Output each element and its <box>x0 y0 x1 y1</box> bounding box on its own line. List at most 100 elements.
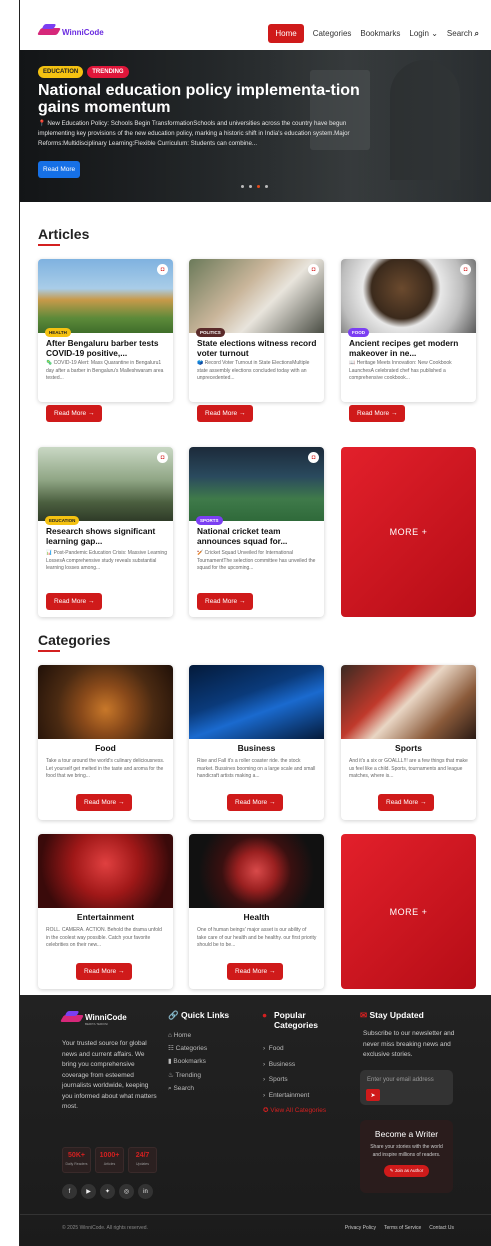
article-image <box>189 447 324 521</box>
chevron-down-icon: ⌄ <box>431 29 438 38</box>
slider-dot-active[interactable] <box>257 185 260 188</box>
article-title[interactable]: State elections witness record voter tur… <box>197 338 319 358</box>
footer-link-search[interactable]: ⌕ Search <box>168 1082 207 1095</box>
category-badge: EDUCATION <box>45 516 80 525</box>
send-icon[interactable]: ➤ <box>366 1089 380 1101</box>
footer: WinniCode BERITA TERKINI Your trusted so… <box>20 995 491 1246</box>
article-desc: 📊 Post-Pandemic Education Crisis: Massiv… <box>46 550 167 571</box>
nav-search[interactable]: Search ⌕ <box>447 29 479 39</box>
article-card[interactable]: ◘ SPORTS National cricket team announces… <box>189 447 324 617</box>
nav-home[interactable]: Home <box>268 24 304 43</box>
category-title[interactable]: Business <box>189 743 324 753</box>
email-field[interactable]: Enter your email address ➤ <box>360 1070 453 1105</box>
nav-categories[interactable]: Categories <box>313 29 352 38</box>
nav-login[interactable]: Login ⌄ <box>409 29 438 38</box>
footer-link-categories[interactable]: ☷ Categories <box>168 1042 207 1055</box>
join-author-button[interactable]: ✎ Join as Author <box>383 1165 430 1177</box>
category-desc: One of human beings' major asset is our … <box>197 927 317 948</box>
hero-slider[interactable]: EDUCATION TRENDING National education po… <box>20 50 491 202</box>
footer-cat-sports[interactable]: › Sports <box>263 1072 326 1088</box>
article-image <box>38 259 173 333</box>
stay-updated-heading: ✉ Stay Updated <box>360 1010 424 1020</box>
read-more-button[interactable]: Read More → <box>378 794 435 811</box>
category-badge: POLITICS <box>196 328 225 337</box>
article-desc: 🦠 COVID-19 Alert: Mass Quarantine in Ben… <box>46 360 164 381</box>
slider-dot[interactable] <box>241 185 244 188</box>
legal-links: Privacy Policy Terms of Service Contact … <box>345 1225 454 1231</box>
read-more-button[interactable]: Read More → <box>76 963 133 980</box>
logo[interactable]: WinniCode <box>39 24 104 40</box>
hero-read-more-button[interactable]: Read More <box>38 161 81 178</box>
linkedin-icon[interactable]: in <box>138 1184 153 1199</box>
category-desc: Rise and Fall it's a roller coaster ride… <box>197 758 316 779</box>
articles-more-button[interactable]: MORE + <box>341 447 476 617</box>
article-card[interactable]: ◘ HEALTH After Bengaluru barber tests CO… <box>38 259 173 402</box>
article-image <box>341 259 476 333</box>
article-card[interactable]: ◘ EDUCATION Research shows significant l… <box>38 447 173 617</box>
category-title[interactable]: Sports <box>341 743 476 753</box>
slider-dot[interactable] <box>249 185 252 188</box>
article-title[interactable]: Research shows significant learning gap.… <box>46 526 168 546</box>
slider-dot[interactable] <box>265 185 268 188</box>
terms-link[interactable]: Terms of Service <box>384 1225 421 1231</box>
article-desc: 🗳️ Record Voter Turnout in State Electio… <box>197 360 310 381</box>
category-title[interactable]: Food <box>38 743 173 753</box>
writer-desc: Share your stories with the world and in… <box>370 1144 443 1158</box>
bookmark-icon[interactable]: ◘ <box>157 452 168 463</box>
nav-bookmarks[interactable]: Bookmarks <box>360 29 400 38</box>
page: WinniCode Home Categories Bookmarks Logi… <box>0 0 491 1246</box>
facebook-icon[interactable]: f <box>62 1184 77 1199</box>
navbar: WinniCode Home Categories Bookmarks Logi… <box>20 20 491 50</box>
footer-cat-food[interactable]: › Food <box>263 1041 326 1057</box>
category-title[interactable]: Entertainment <box>38 912 173 922</box>
view-all-categories-link[interactable]: ✪ View All Categories <box>263 1103 326 1119</box>
footer-cat-business[interactable]: › Business <box>263 1057 326 1073</box>
categories-more-button[interactable]: MORE + <box>341 834 476 989</box>
stat-updates: 24/7 Updates <box>128 1147 157 1173</box>
twitter-icon[interactable]: ✦ <box>100 1184 115 1199</box>
footer-logo[interactable]: WinniCode BERITA TERKINI <box>62 1011 127 1027</box>
stat-articles: 1000+ Articles <box>95 1147 124 1173</box>
logo-text: WinniCode <box>62 27 104 37</box>
bookmark-icon[interactable]: ◘ <box>308 452 319 463</box>
mail-icon: ✉ <box>360 1010 368 1020</box>
hero-title: National education policy implementa-tio… <box>38 82 360 116</box>
footer-link-trending[interactable]: ♨ Trending <box>168 1069 207 1082</box>
read-more-button[interactable]: Read More → <box>46 593 103 610</box>
article-title[interactable]: Ancient recipes get modern makeover in n… <box>349 338 471 358</box>
writer-title: Become a Writer <box>374 1129 439 1139</box>
article-title[interactable]: National cricket team announces squad fo… <box>197 526 319 546</box>
read-more-button[interactable]: Read More → <box>227 794 284 811</box>
read-more-button[interactable]: Read More → <box>46 405 103 422</box>
article-card[interactable]: ◘ FOOD Ancient recipes get modern makeov… <box>341 259 476 402</box>
read-more-button[interactable]: Read More → <box>349 405 406 422</box>
articles-heading: Articles <box>38 226 90 242</box>
bookmark-icon[interactable]: ◘ <box>460 264 471 275</box>
articles-underline <box>38 244 60 246</box>
article-desc: 🏏 Cricket Squad Unveiled for Internation… <box>197 550 316 571</box>
become-writer-box: Become a Writer Share your stories with … <box>360 1120 453 1193</box>
instagram-icon[interactable]: ◎ <box>119 1184 134 1199</box>
read-more-button[interactable]: Read More → <box>76 794 133 811</box>
youtube-icon[interactable]: ▶ <box>81 1184 96 1199</box>
category-title[interactable]: Health <box>189 912 324 922</box>
footer-cat-entertainment[interactable]: › Entertainment <box>263 1088 326 1104</box>
footer-link-bookmarks[interactable]: ▮ Bookmarks <box>168 1055 207 1068</box>
footer-link-home[interactable]: ⌂ Home <box>168 1029 207 1042</box>
slider-dots <box>241 185 268 188</box>
read-more-button[interactable]: Read More → <box>197 593 254 610</box>
contact-link[interactable]: Contact Us <box>429 1225 454 1231</box>
read-more-button[interactable]: Read More → <box>227 963 284 980</box>
article-title[interactable]: After Bengaluru barber tests COVID-19 po… <box>46 338 168 358</box>
privacy-policy-link[interactable]: Privacy Policy <box>345 1225 376 1231</box>
article-card[interactable]: ◘ POLITICS State elections witness recor… <box>189 259 324 402</box>
logo-icon <box>39 24 59 40</box>
category-desc: And it's a six or GOALLL!!! are a few th… <box>349 758 468 779</box>
nav-links: Home Categories Bookmarks Login ⌄ Search… <box>268 24 479 43</box>
bookmark-icon[interactable]: ◘ <box>157 264 168 275</box>
bookmark-icon[interactable]: ◘ <box>308 264 319 275</box>
read-more-button[interactable]: Read More → <box>197 405 254 422</box>
nav-search-label: Search <box>446 28 473 38</box>
footer-divider <box>20 1214 491 1215</box>
footer-about: Your trusted source for global news and … <box>62 1040 157 1110</box>
